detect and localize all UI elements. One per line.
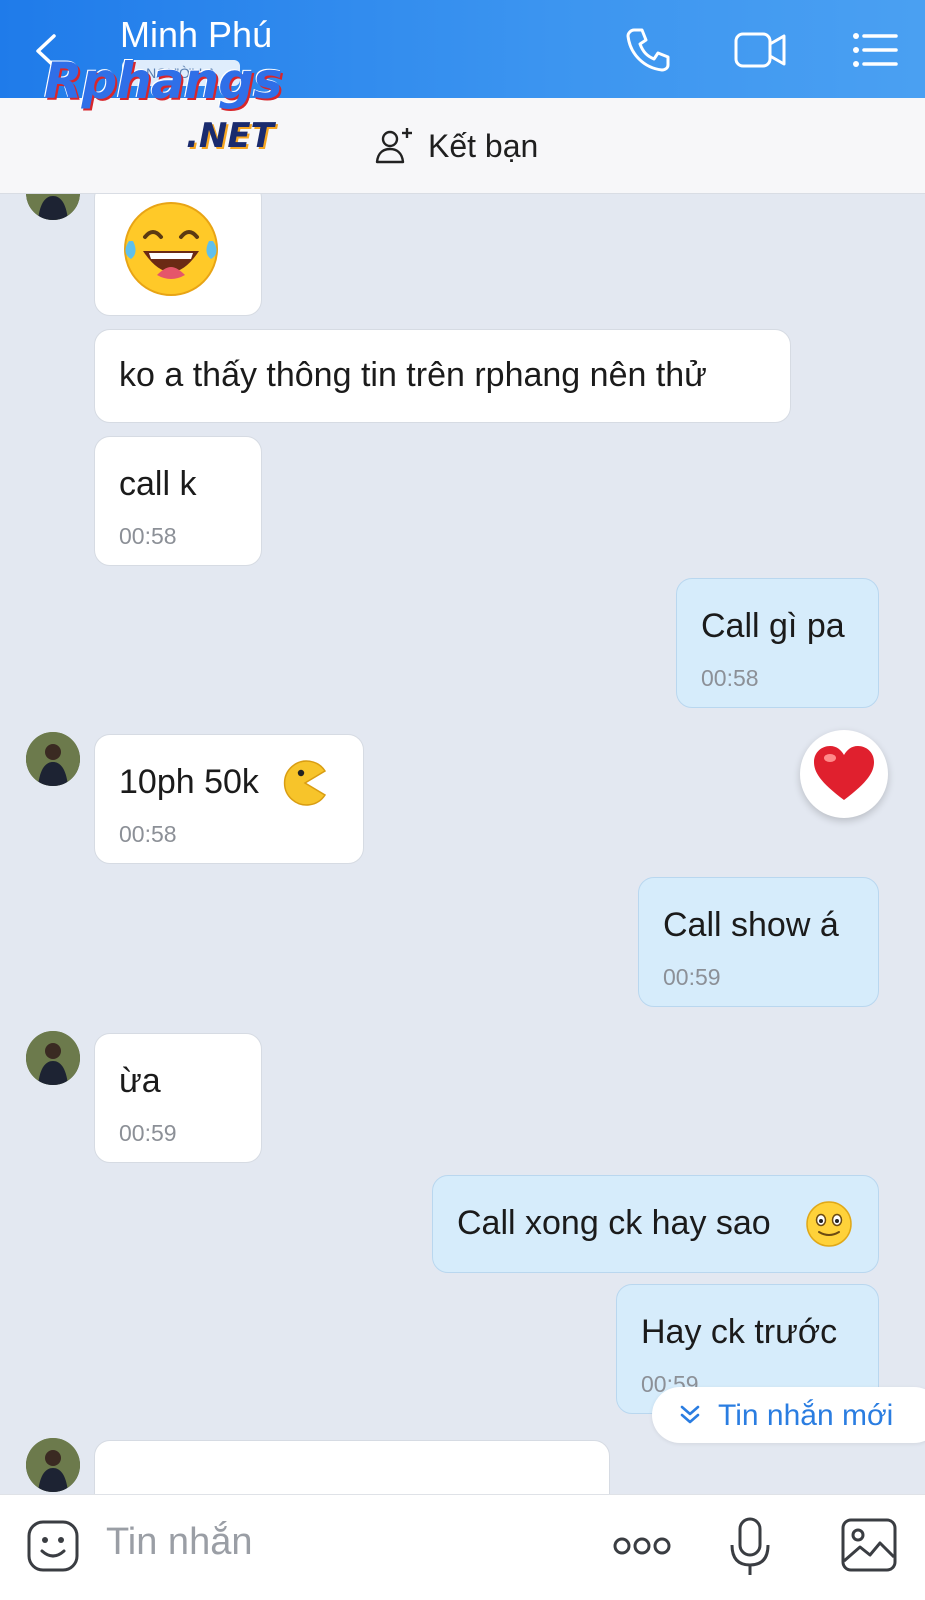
voice-call-button[interactable]	[620, 22, 676, 78]
message-bubble[interactable]: ừa 00:59	[94, 1033, 262, 1163]
more-dots-icon	[613, 1537, 671, 1555]
avatar-photo	[26, 1031, 80, 1085]
message-bubble[interactable]	[94, 1440, 610, 1494]
options-menu-button[interactable]	[848, 22, 904, 78]
message-bubble-sticker[interactable]	[94, 194, 262, 316]
message-time: 00:59	[119, 1120, 177, 1146]
message-text: Call gì pa	[701, 607, 845, 645]
avatar[interactable]	[26, 1031, 80, 1085]
reaction-badge[interactable]	[800, 730, 888, 818]
voice-record-button[interactable]	[728, 1515, 772, 1584]
add-friend-label: Kết bạn	[428, 127, 539, 164]
message-time: 00:59	[663, 964, 721, 990]
new-messages-label: Tin nhắn mới	[718, 1399, 894, 1432]
avatar-photo	[26, 1438, 80, 1492]
sticker-button[interactable]	[26, 1519, 80, 1578]
add-user-icon	[375, 128, 412, 164]
heart-icon	[814, 746, 874, 800]
message-input[interactable]: Tin nhắn	[106, 1521, 252, 1564]
message-text: Call xong ck hay sao	[457, 1204, 771, 1242]
new-messages-button[interactable]: Tin nhắn mới	[652, 1387, 925, 1443]
avatar-photo	[26, 194, 80, 220]
message-bubble[interactable]: 10ph 50k 00:58	[94, 734, 364, 864]
message-bubble-outgoing[interactable]: Call show á 00:59	[638, 877, 879, 1007]
list-menu-icon	[853, 33, 898, 67]
avatar[interactable]	[26, 194, 80, 220]
phone-icon	[626, 28, 670, 72]
avatar[interactable]	[26, 732, 80, 786]
message-text: call k	[119, 465, 197, 503]
laughing-tears-emoji-icon	[124, 202, 218, 296]
message-bubble[interactable]: call k 00:58	[94, 436, 262, 566]
avatar-photo	[26, 732, 80, 786]
message-time: 00:58	[119, 821, 177, 847]
pacman-emoji-icon	[283, 760, 327, 806]
message-time: 00:58	[119, 523, 177, 549]
message-time: 00:58	[701, 665, 759, 691]
video-call-button[interactable]	[732, 22, 788, 78]
message-text: ko a thấy thông tin trên rphang nên thử	[119, 356, 707, 394]
message-bubble-outgoing[interactable]: Call xong ck hay sao	[432, 1175, 879, 1273]
message-text: Call show á	[663, 906, 839, 944]
smile-emoji-icon	[806, 1201, 852, 1247]
more-options-button[interactable]	[612, 1531, 672, 1566]
video-camera-icon	[734, 32, 786, 68]
message-text: ừa	[119, 1062, 161, 1100]
watermark-suffix-text: .NET	[186, 116, 274, 156]
message-input-bar: Tin nhắn	[0, 1494, 925, 1600]
watermark-main-text: Rphangs	[44, 52, 283, 110]
add-friend-button[interactable]: Kết bạn	[374, 126, 538, 166]
microphone-icon	[730, 1517, 770, 1575]
avatar[interactable]	[26, 1438, 80, 1492]
contact-name[interactable]: Minh Phú	[120, 14, 272, 56]
message-list[interactable]: ko a thấy thông tin trên rphang nên thử …	[0, 194, 925, 1494]
send-image-button[interactable]	[840, 1517, 898, 1578]
message-bubble[interactable]: ko a thấy thông tin trên rphang nên thử	[94, 329, 791, 423]
watermark-logo: Rphangs .NET	[44, 52, 334, 162]
message-text: Hay ck trước	[641, 1313, 838, 1351]
message-text: 10ph 50k	[119, 763, 259, 801]
double-chevron-down-icon	[680, 1405, 700, 1424]
sticker-face-icon	[27, 1520, 79, 1572]
message-bubble-outgoing[interactable]: Call gì pa 00:58	[676, 578, 879, 708]
image-icon	[841, 1518, 897, 1572]
